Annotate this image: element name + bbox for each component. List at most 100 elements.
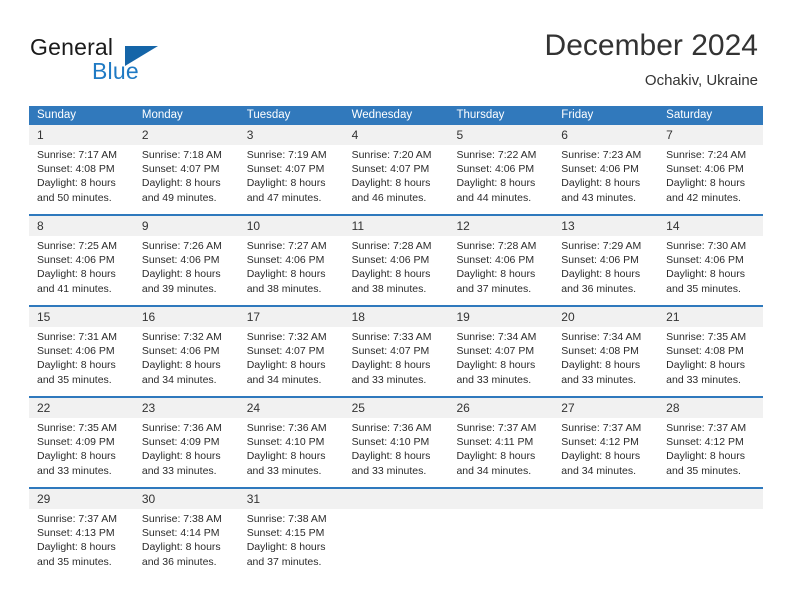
day-daylight-line-text: Daylight: 8 hours bbox=[666, 450, 745, 463]
weekday-header-sunday: Sunday bbox=[37, 109, 77, 121]
day-daylight-line-text: and 43 minutes. bbox=[561, 191, 637, 204]
day-cell[interactable]: Sunrise: 7:32 AM Sunset: 4:06 PM Daylight:… bbox=[134, 327, 239, 389]
day-cell[interactable]: Sunrise: 7:28 AM Sunset: 4:06 PM Daylight:… bbox=[448, 236, 553, 298]
day-cell[interactable]: Sunrise: 7:24 AM Sunset: 4:06 PM Daylight:… bbox=[658, 145, 763, 207]
day-sunset-text: Sunset: 4:15 PM bbox=[246, 527, 325, 540]
day-number[interactable]: 4 bbox=[344, 125, 449, 145]
day-number[interactable]: 2 bbox=[134, 125, 239, 145]
day-cell[interactable]: Sunrise: 7:32 AM Sunset: 4:07 PM Daylight:… bbox=[239, 327, 344, 389]
day-number[interactable]: 10 bbox=[239, 216, 344, 236]
day-number[interactable]: 17 bbox=[239, 307, 344, 327]
day-cell[interactable]: Sunrise: 7:37 AM Sunset: 4:12 PM Daylight:… bbox=[658, 418, 763, 480]
day-daylight-line-text: Daylight: 8 hours bbox=[37, 177, 116, 190]
day-number[interactable] bbox=[448, 489, 553, 509]
day-number[interactable]: 12 bbox=[448, 216, 553, 236]
day-number[interactable]: 3 bbox=[239, 125, 344, 145]
day-number[interactable]: 28 bbox=[658, 398, 763, 418]
day-number[interactable]: 30 bbox=[134, 489, 239, 509]
day-number[interactable]: 21 bbox=[658, 307, 763, 327]
day-sunrise-text: Sunrise: 7:31 AM bbox=[37, 331, 117, 343]
day-cell[interactable]: Sunrise: 7:22 AM Sunset: 4:06 PM Daylight:… bbox=[448, 145, 553, 207]
day-number[interactable]: 24 bbox=[239, 398, 344, 418]
day-cell[interactable]: Sunrise: 7:35 AM Sunset: 4:08 PM Daylight:… bbox=[658, 327, 763, 389]
day-number[interactable]: 13 bbox=[553, 216, 658, 236]
day-cell[interactable]: Sunrise: 7:34 AM Sunset: 4:08 PM Daylight:… bbox=[553, 327, 658, 389]
day-number[interactable]: 11 bbox=[344, 216, 449, 236]
day-cell[interactable]: Sunrise: 7:37 AM Sunset: 4:12 PM Daylight:… bbox=[553, 418, 658, 480]
day-cell[interactable]: Sunrise: 7:35 AM Sunset: 4:09 PM Daylight:… bbox=[29, 418, 134, 480]
day-cell[interactable]: Sunrise: 7:20 AM Sunset: 4:07 PM Daylight:… bbox=[344, 145, 449, 207]
day-cell[interactable]: Sunrise: 7:36 AM Sunset: 4:10 PM Daylight:… bbox=[344, 418, 449, 480]
day-sunrise-text: Sunrise: 7:32 AM bbox=[246, 331, 327, 343]
day-sunset-text: Sunset: 4:06 PM bbox=[666, 163, 744, 176]
day-daylight-line-text: and 50 minutes. bbox=[37, 191, 112, 204]
day-number[interactable]: 31 bbox=[239, 489, 344, 509]
day-number[interactable]: 25 bbox=[344, 398, 449, 418]
day-daylight-line-text: Daylight: 8 hours bbox=[561, 359, 641, 372]
day-number[interactable]: 16 bbox=[134, 307, 239, 327]
day-cell[interactable]: Sunrise: 7:30 AM Sunset: 4:06 PM Daylight:… bbox=[658, 236, 763, 298]
day-cell[interactable]: Sunrise: 7:36 AM Sunset: 4:10 PM Daylight:… bbox=[239, 418, 344, 480]
day-sunset-text: Sunset: 4:12 PM bbox=[561, 436, 639, 449]
day-cell[interactable]: Sunrise: 7:33 AM Sunset: 4:07 PM Daylight:… bbox=[344, 327, 449, 389]
day-daylight-line-text: Daylight: 8 hours bbox=[246, 177, 326, 190]
day-cell[interactable] bbox=[344, 509, 449, 571]
day-number[interactable]: 18 bbox=[344, 307, 449, 327]
day-number[interactable]: 26 bbox=[448, 398, 553, 418]
day-number[interactable]: 29 bbox=[29, 489, 134, 509]
week-daynumber-band: 1234567 bbox=[29, 125, 763, 145]
day-cell[interactable]: Sunrise: 7:31 AM Sunset: 4:06 PM Daylight:… bbox=[29, 327, 134, 389]
day-sunrise-text: Sunrise: 7:18 AM bbox=[141, 149, 222, 161]
day-number[interactable] bbox=[553, 489, 658, 509]
day-number[interactable]: 23 bbox=[134, 398, 239, 418]
day-sunrise-text: Sunrise: 7:37 AM bbox=[561, 422, 642, 434]
day-number[interactable]: 6 bbox=[553, 125, 658, 145]
day-cell[interactable]: Sunrise: 7:37 AM Sunset: 4:13 PM Daylight:… bbox=[29, 509, 134, 571]
day-cell[interactable]: Sunrise: 7:17 AM Sunset: 4:08 PM Daylight:… bbox=[29, 145, 134, 207]
day-number[interactable]: 1 bbox=[29, 125, 134, 145]
day-cell[interactable]: Sunrise: 7:37 AM Sunset: 4:11 PM Daylight:… bbox=[448, 418, 553, 480]
day-cell[interactable]: Sunrise: 7:29 AM Sunset: 4:06 PM Daylight:… bbox=[553, 236, 658, 298]
day-daylight-line-text: and 44 minutes. bbox=[456, 191, 532, 204]
day-daylight-line-text: and 46 minutes. bbox=[351, 191, 427, 204]
day-number[interactable]: 20 bbox=[553, 307, 658, 327]
day-sunset-text: Sunset: 4:06 PM bbox=[246, 254, 325, 267]
day-daylight-line-text: Daylight: 8 hours bbox=[351, 268, 431, 281]
day-sunrise-text: Sunrise: 7:35 AM bbox=[666, 331, 747, 343]
day-number[interactable]: 7 bbox=[658, 125, 763, 145]
day-cell[interactable] bbox=[448, 509, 553, 571]
day-number[interactable]: 9 bbox=[134, 216, 239, 236]
week-daynumber-band: 15 16 17 18 19 20 21 bbox=[29, 307, 763, 327]
day-daylight-line-text: Daylight: 8 hours bbox=[141, 177, 221, 190]
day-cell[interactable]: Sunrise: 7:36 AM Sunset: 4:09 PM Daylight:… bbox=[134, 418, 239, 480]
day-cell[interactable]: Sunrise: 7:28 AM Sunset: 4:06 PM Daylight:… bbox=[344, 236, 449, 298]
day-number[interactable]: 15 bbox=[29, 307, 134, 327]
day-number[interactable]: 8 bbox=[29, 216, 134, 236]
day-cell[interactable]: Sunrise: 7:38 AM Sunset: 4:14 PM Daylight:… bbox=[134, 509, 239, 571]
day-number[interactable]: 22 bbox=[29, 398, 134, 418]
day-sunset-text: Sunset: 4:13 PM bbox=[37, 527, 115, 540]
day-cell[interactable]: Sunrise: 7:38 AM Sunset: 4:15 PM Daylight:… bbox=[239, 509, 344, 571]
day-daylight-line-text: and 34 minutes. bbox=[246, 373, 322, 386]
day-cell[interactable]: Sunrise: 7:19 AM Sunset: 4:07 PM Daylight:… bbox=[239, 145, 344, 207]
day-number[interactable] bbox=[658, 489, 763, 509]
day-daylight-line-text: Daylight: 8 hours bbox=[37, 268, 116, 281]
day-cell[interactable]: Sunrise: 7:25 AM Sunset: 4:06 PM Daylight:… bbox=[29, 236, 134, 298]
day-number[interactable]: 14 bbox=[658, 216, 763, 236]
day-number[interactable]: 19 bbox=[448, 307, 553, 327]
day-daylight-line-text: and 37 minutes. bbox=[456, 282, 532, 295]
day-number[interactable] bbox=[344, 489, 449, 509]
day-daylight-line-text: Daylight: 8 hours bbox=[456, 359, 536, 372]
day-cell[interactable]: Sunrise: 7:18 AM Sunset: 4:07 PM Daylight:… bbox=[134, 145, 239, 207]
weekday-header-saturday: Saturday bbox=[666, 109, 713, 121]
day-sunrise-text: Sunrise: 7:38 AM bbox=[246, 513, 327, 525]
day-cell[interactable]: Sunrise: 7:26 AM Sunset: 4:06 PM Daylight:… bbox=[134, 236, 239, 298]
day-cell[interactable] bbox=[658, 509, 763, 571]
day-number[interactable]: 27 bbox=[553, 398, 658, 418]
day-cell[interactable]: Sunrise: 7:34 AM Sunset: 4:07 PM Daylight:… bbox=[448, 327, 553, 389]
day-sunrise-text: Sunrise: 7:23 AM bbox=[561, 149, 642, 161]
day-cell[interactable]: Sunrise: 7:23 AM Sunset: 4:06 PM Daylight:… bbox=[553, 145, 658, 207]
day-number[interactable]: 5 bbox=[448, 125, 553, 145]
day-cell[interactable] bbox=[553, 509, 658, 571]
day-cell[interactable]: Sunrise: 7:27 AM Sunset: 4:06 PM Daylight:… bbox=[239, 236, 344, 298]
